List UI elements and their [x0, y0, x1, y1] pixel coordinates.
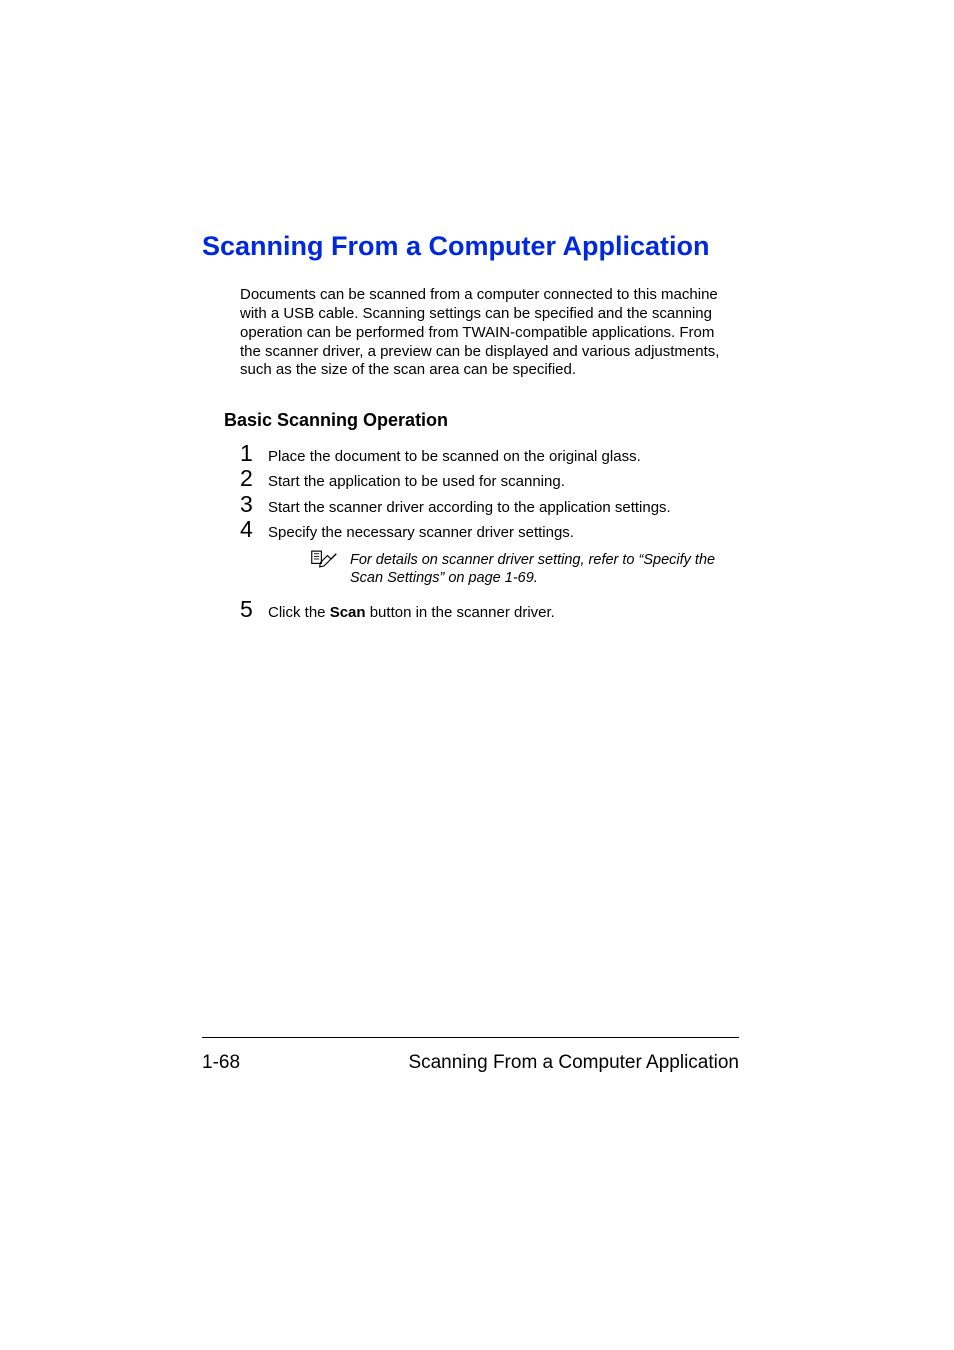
main-heading: Scanning From a Computer Application — [202, 230, 739, 262]
step-number: 3 — [240, 492, 268, 517]
step-2: 2 Start the application to be used for s… — [240, 466, 739, 491]
step-text: Specify the necessary scanner driver set… — [268, 524, 574, 542]
step-list: 1 Place the document to be scanned on th… — [240, 441, 739, 622]
page-number: 1-68 — [202, 1052, 240, 1074]
step-1: 1 Place the document to be scanned on th… — [240, 441, 739, 466]
step-text: Start the application to be used for sca… — [268, 473, 565, 491]
step-number: 1 — [240, 441, 268, 466]
step-text: Place the document to be scanned on the … — [268, 448, 641, 466]
sub-heading: Basic Scanning Operation — [224, 410, 739, 431]
step-4: 4 Specify the necessary scanner driver s… — [240, 517, 739, 542]
footer-divider — [202, 1037, 739, 1038]
intro-paragraph: Documents can be scanned from a computer… — [240, 286, 739, 380]
step-number: 4 — [240, 517, 268, 542]
note: For details on scanner driver setting, r… — [310, 551, 739, 587]
page-body: Scanning From a Computer Application Doc… — [0, 0, 954, 622]
step-3: 3 Start the scanner driver according to … — [240, 492, 739, 517]
footer-title: Scanning From a Computer Application — [408, 1052, 739, 1074]
note-text: For details on scanner driver setting, r… — [350, 551, 739, 587]
page-footer: 1-68 Scanning From a Computer Applicatio… — [202, 1037, 739, 1074]
note-icon — [310, 549, 340, 574]
step-5: 5 Click the Scan button in the scanner d… — [240, 597, 739, 622]
footer-row: 1-68 Scanning From a Computer Applicatio… — [202, 1052, 739, 1074]
step-text-bold: Scan — [330, 604, 366, 621]
step-text: Click the Scan button in the scanner dri… — [268, 604, 555, 622]
step-text-suffix: button in the scanner driver. — [366, 604, 555, 621]
step-number: 2 — [240, 466, 268, 491]
step-text-prefix: Click the — [268, 604, 330, 621]
step-text: Start the scanner driver according to th… — [268, 499, 671, 517]
step-number: 5 — [240, 597, 268, 622]
